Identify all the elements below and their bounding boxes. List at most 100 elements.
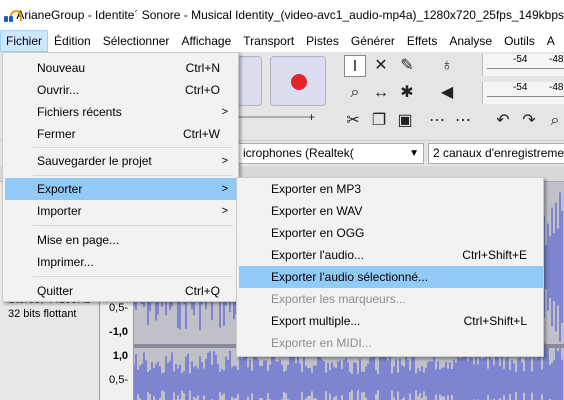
multi-tool-icon[interactable]: ✱ [396, 82, 418, 104]
export-menu-item: Exporter en MIDI... [239, 332, 543, 354]
menu-item-shortcut: Ctrl+Shift+L [463, 314, 527, 328]
chevron-right-icon: > [221, 183, 228, 195]
export-menu-item[interactable]: Exporter l'audio sélectionné... [239, 266, 543, 288]
export-menu-item[interactable]: Exporter en MP3 [239, 178, 543, 200]
file-menu: Nouveau Ctrl+N Ouvrir... Ctrl+O Fichiers réc… [2, 52, 239, 302]
timeshift-tool-icon[interactable]: ↔ [370, 82, 392, 104]
export-menu-item[interactable]: Exporter en OGG [239, 222, 543, 244]
menu-item-label: Exporter [37, 182, 83, 196]
undo-icon[interactable]: ↶ [492, 110, 514, 132]
paste-icon[interactable]: ▣ [394, 110, 416, 132]
menu-item-label: Importer [37, 204, 82, 218]
speaker-icon[interactable]: ◀ [436, 82, 458, 104]
meter-tick: -54 [513, 54, 528, 65]
menu-5[interactable]: Pistes [300, 30, 345, 52]
menu-item-label: Mise en page... [37, 233, 120, 247]
menu-item-shortcut: Ctrl+N [185, 61, 220, 75]
menu-item-label: Exporter les marqueurs... [271, 292, 406, 306]
menu-2[interactable]: Sélectionner [97, 30, 176, 52]
menu-9[interactable]: Outils [498, 30, 541, 52]
chevron-right-icon: > [221, 155, 228, 167]
playback-meter[interactable]: -54 -48 [482, 82, 564, 104]
menu-8[interactable]: Analyse [443, 30, 498, 52]
export-menu-item: Exporter les marqueurs... [239, 288, 543, 310]
file-menu-item[interactable]: Sauvegarder le projet > [5, 150, 236, 172]
menu-item-shortcut: Ctrl+W [183, 127, 220, 141]
track-format-label: 32 bits flottant [8, 308, 77, 320]
menu-item-label: Exporter l'audio... [271, 248, 365, 262]
draw-tool-icon[interactable]: ✎ [396, 55, 418, 77]
record-icon [291, 74, 307, 90]
file-menu-item[interactable]: Fichiers récents > [5, 101, 236, 123]
selection-tool-icon[interactable]: I [344, 55, 366, 77]
menu-item-label: Fermer [37, 127, 76, 141]
file-menu-item[interactable]: Importer > [5, 200, 236, 222]
window-title: ArianeGroup - Identite´ Sonore - Musical… [16, 8, 564, 22]
menu-0[interactable]: Fichier [0, 30, 49, 52]
menu-bar: Fichier Édition Sélectionner Affichage Trans… [0, 30, 564, 52]
playback-speed-slider[interactable]: + [238, 110, 318, 124]
channels-select[interactable]: 2 canaux d'enregistremen [428, 143, 564, 164]
menu-separator [33, 276, 233, 277]
export-menu-item[interactable]: Exporter en WAV [239, 200, 543, 222]
menu-6[interactable]: Générer [345, 30, 401, 52]
menu-separator [33, 175, 233, 176]
file-menu-item[interactable]: Mise en page... [5, 229, 236, 251]
envelope-tool-icon[interactable]: ✕ [370, 55, 392, 77]
copy-icon[interactable]: ❐ [368, 110, 390, 132]
chevron-right-icon: > [221, 106, 228, 118]
chevron-down-icon: ▼ [409, 148, 419, 159]
menu-item-label: Exporter en OGG [271, 226, 365, 240]
file-menu-item[interactable]: Nouveau Ctrl+N [5, 57, 236, 79]
menu-item-label: Imprimer... [37, 255, 94, 269]
menu-item-label: Exporter en MP3 [271, 182, 362, 196]
menu-item-shortcut: Ctrl+Q [184, 284, 220, 298]
export-menu-item[interactable]: Exporter l'audio... Ctrl+Shift+E [239, 244, 543, 266]
microphone-icon[interactable]: ♁ [436, 55, 458, 77]
menu-3[interactable]: Affichage [175, 30, 237, 52]
meter-tick: -54 [513, 82, 528, 93]
input-device-value: icrophones (Realtek( [243, 146, 354, 160]
zoom-tool-icon[interactable]: ⌕ [344, 82, 366, 104]
menu-item-label: Export multiple... [271, 314, 361, 328]
file-menu-item[interactable]: Imprimer... [5, 251, 236, 273]
svg-text:+: + [308, 110, 315, 124]
menu-item-label: Sauvegarder le projet [37, 154, 152, 168]
meter-tick: -48 [549, 82, 564, 93]
audacity-app-icon [4, 7, 22, 23]
export-submenu: Exporter en MP3 Exporter en WAV Exporter e… [236, 177, 544, 357]
chevron-right-icon: > [221, 205, 228, 217]
cut-icon[interactable]: ✂ [342, 110, 364, 132]
menu-item-label: Exporter l'audio sélectionné... [271, 270, 429, 284]
menu-separator [33, 225, 233, 226]
menu-separator [33, 147, 233, 148]
file-menu-item[interactable]: Fermer Ctrl+W [5, 123, 236, 145]
scale-label: -1,0 [109, 326, 128, 338]
file-menu-item[interactable]: Exporter > [5, 178, 236, 200]
menu-item-label: Fichiers récents [37, 105, 122, 119]
menu-1[interactable]: Édition [48, 30, 97, 52]
menu-7[interactable]: Effets [401, 30, 443, 52]
menu-4[interactable]: Transport [237, 30, 300, 52]
file-menu-item[interactable]: Ouvrir... Ctrl+O [5, 79, 236, 101]
menu-item-label: Ouvrir... [37, 83, 80, 97]
scale-label: 1,0 [112, 350, 128, 362]
trim-audio-icon[interactable]: ⋯ [426, 110, 448, 132]
input-device-select[interactable]: icrophones (Realtek( ▼ [238, 143, 424, 164]
silence-audio-icon[interactable]: ⋯ [452, 110, 474, 132]
record-button[interactable] [270, 56, 326, 106]
export-menu-item[interactable]: Export multiple... Ctrl+Shift+L [239, 310, 543, 332]
menu-item-label: Quitter [37, 284, 74, 298]
menu-item-shortcut: Ctrl+Shift+E [462, 248, 527, 262]
menu-item-shortcut: Ctrl+O [184, 83, 220, 97]
file-menu-item[interactable]: Quitter Ctrl+Q [5, 280, 236, 302]
zoom-in-icon[interactable]: ⌕ [544, 110, 564, 132]
scale-label: 0,5- [109, 374, 128, 386]
record-meter[interactable]: -54 -48 [482, 54, 564, 76]
menu-10[interactable]: A [541, 30, 561, 52]
title-bar: ArianeGroup - Identite´ Sonore - Musical… [0, 0, 564, 30]
menu-item-label: Exporter en MIDI... [271, 336, 372, 350]
redo-icon[interactable]: ↷ [518, 110, 540, 132]
scale-label: 0,5- [109, 302, 128, 314]
meter-tick: -48 [549, 54, 564, 65]
